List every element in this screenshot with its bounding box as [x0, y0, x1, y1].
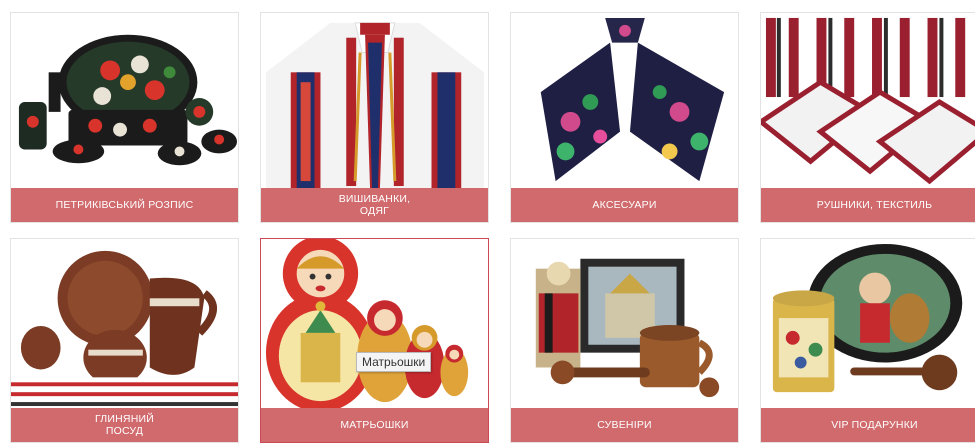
category-label: СУВЕНІРИ [511, 408, 738, 442]
category-tile-petrykivka[interactable]: ПЕТРИКІВСЬКИЙ РОЗПИС [10, 12, 239, 223]
category-grid: ПЕТРИКІВСЬКИЙ РОЗПИС ВИШИВАНКИ, ОДЯГ АКС… [0, 0, 975, 443]
category-tile-vyshyvanky[interactable]: ВИШИВАНКИ, ОДЯГ [260, 12, 489, 223]
category-tile-matryoshka[interactable]: МАТРЬОШКИ [260, 238, 489, 443]
category-label: ГЛИНЯНИЙ ПОСУД [11, 408, 238, 442]
clay-pottery-image [11, 239, 238, 408]
category-label: АКСЕСУАРИ [511, 188, 738, 222]
category-label: ВИШИВАНКИ, ОДЯГ [261, 188, 488, 222]
vip-gifts-image [761, 239, 975, 408]
category-tile-towels[interactable]: РУШНИКИ, ТЕКСТИЛЬ [760, 12, 975, 223]
tooltip: Матрьошки [356, 352, 432, 372]
category-label: VIP ПОДАРУНКИ [761, 408, 975, 442]
category-tile-souvenirs[interactable]: СУВЕНІРИ [510, 238, 739, 443]
embroidered-shirt-image [261, 13, 488, 188]
category-tile-accessories[interactable]: АКСЕСУАРИ [510, 12, 739, 223]
matryoshka-image [261, 239, 488, 408]
category-label: ПЕТРИКІВСЬКИЙ РОЗПИС [11, 188, 238, 222]
category-tile-vip-gifts[interactable]: VIP ПОДАРУНКИ [760, 238, 975, 443]
souvenirs-image [511, 239, 738, 408]
category-label: РУШНИКИ, ТЕКСТИЛЬ [761, 188, 975, 222]
category-label: МАТРЬОШКИ [261, 408, 488, 442]
towels-image [761, 13, 975, 188]
category-tile-pottery[interactable]: ГЛИНЯНИЙ ПОСУД [10, 238, 239, 443]
scarf-image [511, 13, 738, 188]
petrykivka-plates-image [11, 13, 238, 188]
